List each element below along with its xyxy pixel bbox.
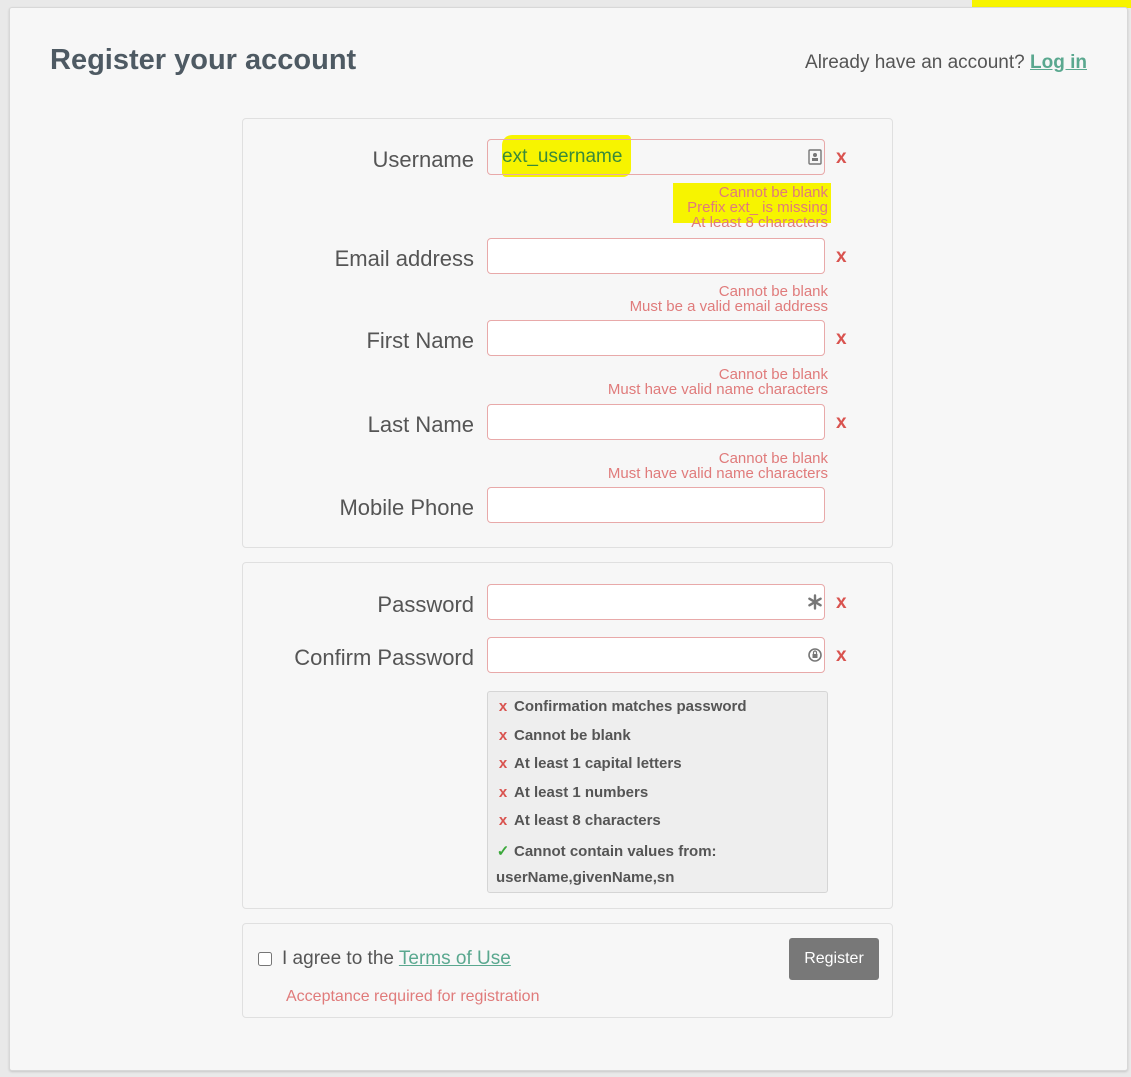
login-prompt-text: Already have an account? <box>805 52 1025 73</box>
terms-agreement: I agree to the Terms of Use <box>282 948 511 970</box>
first-name-input[interactable] <box>487 320 825 356</box>
password-input[interactable] <box>487 584 825 620</box>
rule-text: Confirmation matches password <box>514 698 747 715</box>
rule-text: At least 1 numbers <box>514 783 649 801</box>
last-name-error-icon: x <box>836 412 847 433</box>
rule-text: Cannot contain values from: <box>514 842 717 860</box>
checkmark-icon: ✓ <box>496 842 510 860</box>
first-name-error: Must have valid name characters <box>607 381 828 398</box>
email-label: Email address <box>334 246 474 271</box>
contact-card-icon <box>807 149 823 165</box>
confirm-password-error-icon: x <box>836 645 847 666</box>
username-error-icon: x <box>836 147 847 168</box>
rule-fail-icon: x <box>498 755 508 772</box>
rule-fail-icon: x <box>498 783 508 801</box>
password-rules: x Confirmation matches password x Cannot b… <box>487 691 828 893</box>
username-label: Username <box>372 147 474 172</box>
profile-panel: Username x Cannot be blank Prefix ext_ i… <box>242 118 893 548</box>
registration-card: Register your account Already have an ac… <box>9 7 1128 1071</box>
terms-panel: I agree to the Terms of Use Acceptance r… <box>242 923 893 1018</box>
page-title: Register your account <box>50 44 357 76</box>
rule-text: Cannot be blank <box>514 726 631 744</box>
rule-text-values: userName,givenName,sn <box>496 868 675 886</box>
last-name-error: Cannot be blank <box>718 450 828 467</box>
username-error: At least 8 characters <box>691 214 828 231</box>
password-rule: x At least 8 characters <box>496 810 819 839</box>
email-error-icon: x <box>836 246 847 267</box>
email-input[interactable] <box>487 238 825 274</box>
email-error: Must be a valid email address <box>629 298 828 315</box>
mobile-phone-label: Mobile Phone <box>339 495 474 520</box>
login-prompt: Already have an account? Log in <box>805 52 1087 74</box>
password-error-icon: x <box>836 592 847 613</box>
register-button[interactable]: Register <box>789 938 879 980</box>
first-name-error-icon: x <box>836 328 847 349</box>
rule-text: At least 1 capital letters <box>514 755 682 772</box>
password-rule: x Confirmation matches password <box>496 696 819 725</box>
first-name-errors: Cannot be blank Must have valid name cha… <box>428 367 828 397</box>
username-input[interactable] <box>487 139 825 175</box>
rule-fail-icon: x <box>498 726 508 744</box>
terms-prefix: I agree to the <box>282 948 394 969</box>
last-name-input[interactable] <box>487 404 825 440</box>
terms-checkbox[interactable] <box>258 952 272 966</box>
username-error: Prefix ext_ is missing <box>687 199 828 216</box>
terms-link[interactable]: Terms of Use <box>399 948 511 969</box>
email-error: Cannot be blank <box>718 283 828 300</box>
password-label: Password <box>377 592 474 617</box>
email-errors: Cannot be blank Must be a valid email ad… <box>428 284 828 314</box>
lock-refresh-icon <box>807 647 823 663</box>
login-link[interactable]: Log in <box>1030 52 1087 73</box>
mobile-phone-input[interactable] <box>487 487 825 523</box>
password-rule: ✓ Cannot contain values from: userName,gi… <box>496 839 819 886</box>
password-panel: Password x Confirm Password x x Confirmat… <box>242 562 893 909</box>
asterisk-icon <box>807 594 823 610</box>
username-error: Cannot be blank <box>718 184 828 201</box>
rule-text: At least 8 characters <box>514 812 661 829</box>
password-rule: x At least 1 numbers <box>496 782 819 811</box>
first-name-error: Cannot be blank <box>718 366 828 383</box>
terms-error: Acceptance required for registration <box>286 988 540 1005</box>
last-name-label: Last Name <box>367 412 474 437</box>
rule-fail-icon: x <box>498 698 508 715</box>
last-name-errors: Cannot be blank Must have valid name cha… <box>428 451 828 481</box>
password-rule: x At least 1 capital letters <box>496 753 819 782</box>
first-name-label: First Name <box>366 328 474 353</box>
username-errors: Cannot be blank Prefix ext_ is missing A… <box>428 185 828 230</box>
last-name-error: Must have valid name characters <box>607 465 828 482</box>
password-rule: x Cannot be blank <box>496 725 819 754</box>
confirm-password-input[interactable] <box>487 637 825 673</box>
confirm-password-label: Confirm Password <box>294 645 474 670</box>
rule-fail-icon: x <box>498 812 508 829</box>
